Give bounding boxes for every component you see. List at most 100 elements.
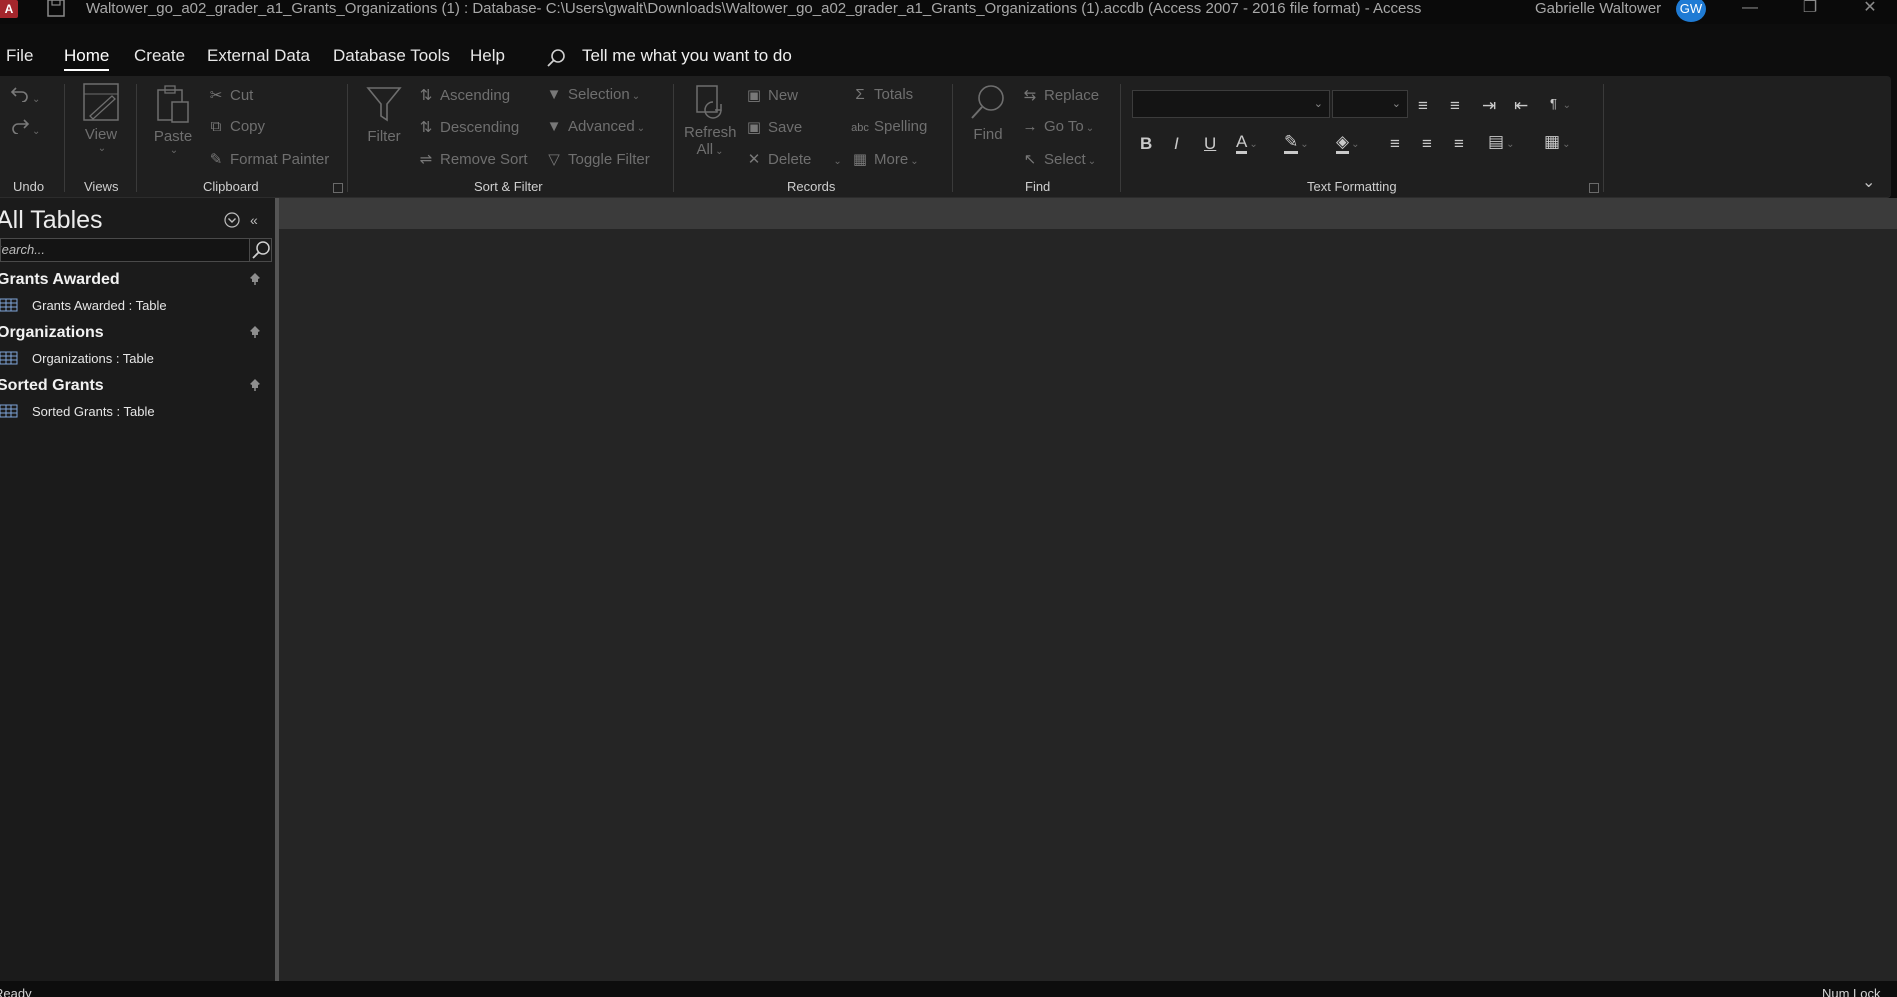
avatar[interactable]: GW [1676, 0, 1706, 22]
align-right-icon[interactable]: ≡ [1454, 134, 1464, 154]
nav-group-grants-awarded[interactable]: Grants Awarded [0, 271, 120, 289]
redo-icon [12, 119, 30, 135]
nav-item-grants-awarded-table[interactable]: Grants Awarded : Table [0, 298, 167, 313]
align-left-icon[interactable]: ≡ [1390, 134, 1400, 154]
totals-button[interactable]: Σ Totals [850, 86, 913, 103]
user-name[interactable]: Gabrielle Waltower [1535, 0, 1661, 18]
nav-group-organizations[interactable]: Organizations [0, 324, 104, 342]
tab-home[interactable]: Home [64, 46, 110, 71]
selection-filter-icon: ▼ [546, 86, 562, 103]
sigma-icon: Σ [855, 86, 865, 103]
separator [673, 84, 674, 192]
tab-external-data[interactable]: External Data [207, 46, 310, 66]
tell-me-text: Tell me what you want to do [582, 46, 792, 65]
decrease-indent-icon[interactable]: ⇤ [1514, 96, 1528, 116]
nav-menu-dropdown-icon[interactable] [224, 212, 240, 231]
tell-me-search[interactable]: Tell me what you want to do [546, 46, 792, 67]
nav-group-sorted-grants[interactable]: Sorted Grants [0, 377, 104, 395]
nav-item-sorted-grants-table[interactable]: Sorted Grants : Table [0, 404, 155, 419]
view-button[interactable]: View ⌄ [80, 82, 122, 154]
increase-indent-icon[interactable]: ⇥ [1482, 96, 1496, 116]
save-record-icon: ▣ [746, 119, 762, 136]
descending-button[interactable]: ⇅ Descending [416, 118, 520, 136]
remove-sort-icon: ⇌ [419, 151, 433, 168]
remove-sort-button[interactable]: ⇌ Remove Sort [416, 150, 528, 168]
refresh-icon [696, 85, 722, 119]
access-app-icon[interactable]: A [0, 0, 18, 18]
underline-button[interactable]: U [1204, 134, 1216, 154]
highlight-button[interactable]: ✎ ⌄ [1284, 132, 1309, 154]
fill-color-button[interactable]: ◈ ⌄ [1336, 132, 1359, 154]
filter-label: Filter [367, 128, 401, 145]
scissors-icon: ✂ [209, 87, 223, 104]
more-label: More [874, 151, 909, 168]
bullets-icon[interactable]: ≡ [1418, 96, 1428, 116]
restore-icon[interactable]: ❐ [1790, 0, 1830, 20]
save-label: Save [768, 119, 803, 136]
text-direction-icon[interactable]: ¶ ⌄ [1550, 96, 1571, 111]
delete-button[interactable]: ✕ Delete ⌄ [744, 150, 842, 168]
cursor-arrow-icon: ↖ [1023, 151, 1037, 168]
nav-pane-title[interactable]: All Tables [0, 206, 103, 235]
minimize-icon[interactable]: — [1730, 0, 1770, 20]
nav-item-organizations-table[interactable]: Organizations : Table [0, 351, 154, 366]
goto-button[interactable]: → Go To ⌄ [1020, 118, 1095, 135]
pin-icon[interactable] [248, 325, 262, 339]
toggle-filter-button[interactable]: ▽ Toggle Filter [544, 150, 649, 168]
gridlines-button[interactable]: ▦ ⌄ [1544, 132, 1570, 152]
spelling-label: Spelling [874, 118, 928, 135]
ribbon-tabs: File Home Create External Data Database … [0, 36, 1897, 76]
select-button[interactable]: ↖ Select ⌄ [1020, 150, 1096, 168]
nav-search-button[interactable] [250, 238, 272, 262]
align-center-icon[interactable]: ≡ [1422, 134, 1432, 154]
alternate-row-color-button[interactable]: ▤ ⌄ [1488, 132, 1514, 152]
selection-button[interactable]: ▼ Selection ⌄ [544, 86, 641, 103]
font-size-combo[interactable]: ⌄ [1332, 90, 1408, 118]
numbering-icon[interactable]: ≡ [1450, 96, 1460, 116]
pin-icon[interactable] [248, 378, 262, 392]
paint-bucket-icon: ◈ [1336, 132, 1350, 154]
spelling-button[interactable]: abc Spelling [850, 118, 927, 135]
font-name-combo[interactable]: ⌄ [1132, 90, 1330, 118]
paintbrush-icon: ✎ [209, 151, 223, 168]
paste-label: Paste [153, 128, 193, 145]
format-painter-button[interactable]: ✎ Format Painter [206, 150, 330, 168]
save-icon[interactable] [46, 0, 66, 18]
redo-button[interactable]: ⌄ [10, 116, 40, 138]
separator [347, 84, 348, 192]
replace-button[interactable]: ⇆ Replace [1020, 86, 1099, 104]
more-button[interactable]: ▦ More ⌄ [850, 150, 919, 168]
copy-icon: ⧉ [210, 118, 222, 135]
tab-database-tools[interactable]: Database Tools [333, 46, 450, 66]
format-painter-label: Format Painter [230, 151, 330, 168]
new-label: New [768, 87, 799, 104]
funnel-icon [366, 87, 402, 122]
copy-button[interactable]: ⧉ Copy [206, 118, 265, 135]
tab-help[interactable]: Help [470, 46, 505, 66]
bold-button[interactable]: B [1140, 134, 1152, 154]
nav-search-input[interactable]: Search... [0, 238, 250, 262]
filter-button[interactable]: Filter [362, 84, 406, 145]
replace-icon: ⇆ [1023, 87, 1037, 104]
document-tab-strip [279, 198, 1897, 229]
new-record-button[interactable]: ▣ New [744, 86, 798, 104]
close-icon[interactable]: ✕ [1850, 0, 1890, 20]
search-icon [547, 49, 565, 67]
shutter-bar-close-icon[interactable]: « [250, 212, 258, 228]
tab-file[interactable]: File [6, 46, 33, 66]
pin-icon[interactable] [248, 272, 262, 286]
collapse-ribbon-icon[interactable]: ⌄ [1862, 172, 1875, 192]
find-button[interactable]: Find [966, 84, 1010, 143]
paste-button[interactable]: Paste ⌄ [152, 84, 194, 156]
font-color-button[interactable]: A ⌄ [1236, 132, 1258, 154]
refresh-all-button[interactable]: Refresh All ⌄ [684, 84, 737, 158]
undo-button[interactable]: ⌄ [10, 84, 40, 106]
cut-button[interactable]: ✂ Cut [206, 86, 254, 104]
save-record-button[interactable]: ▣ Save [744, 118, 802, 136]
tab-create[interactable]: Create [134, 46, 185, 66]
advanced-button[interactable]: ▼ Advanced ⌄ [544, 118, 646, 135]
clipboard-launcher-icon[interactable] [333, 183, 343, 193]
text-formatting-launcher-icon[interactable] [1589, 183, 1599, 193]
italic-button[interactable]: I [1174, 134, 1179, 154]
ascending-button[interactable]: ⇅ Ascending [416, 86, 510, 104]
